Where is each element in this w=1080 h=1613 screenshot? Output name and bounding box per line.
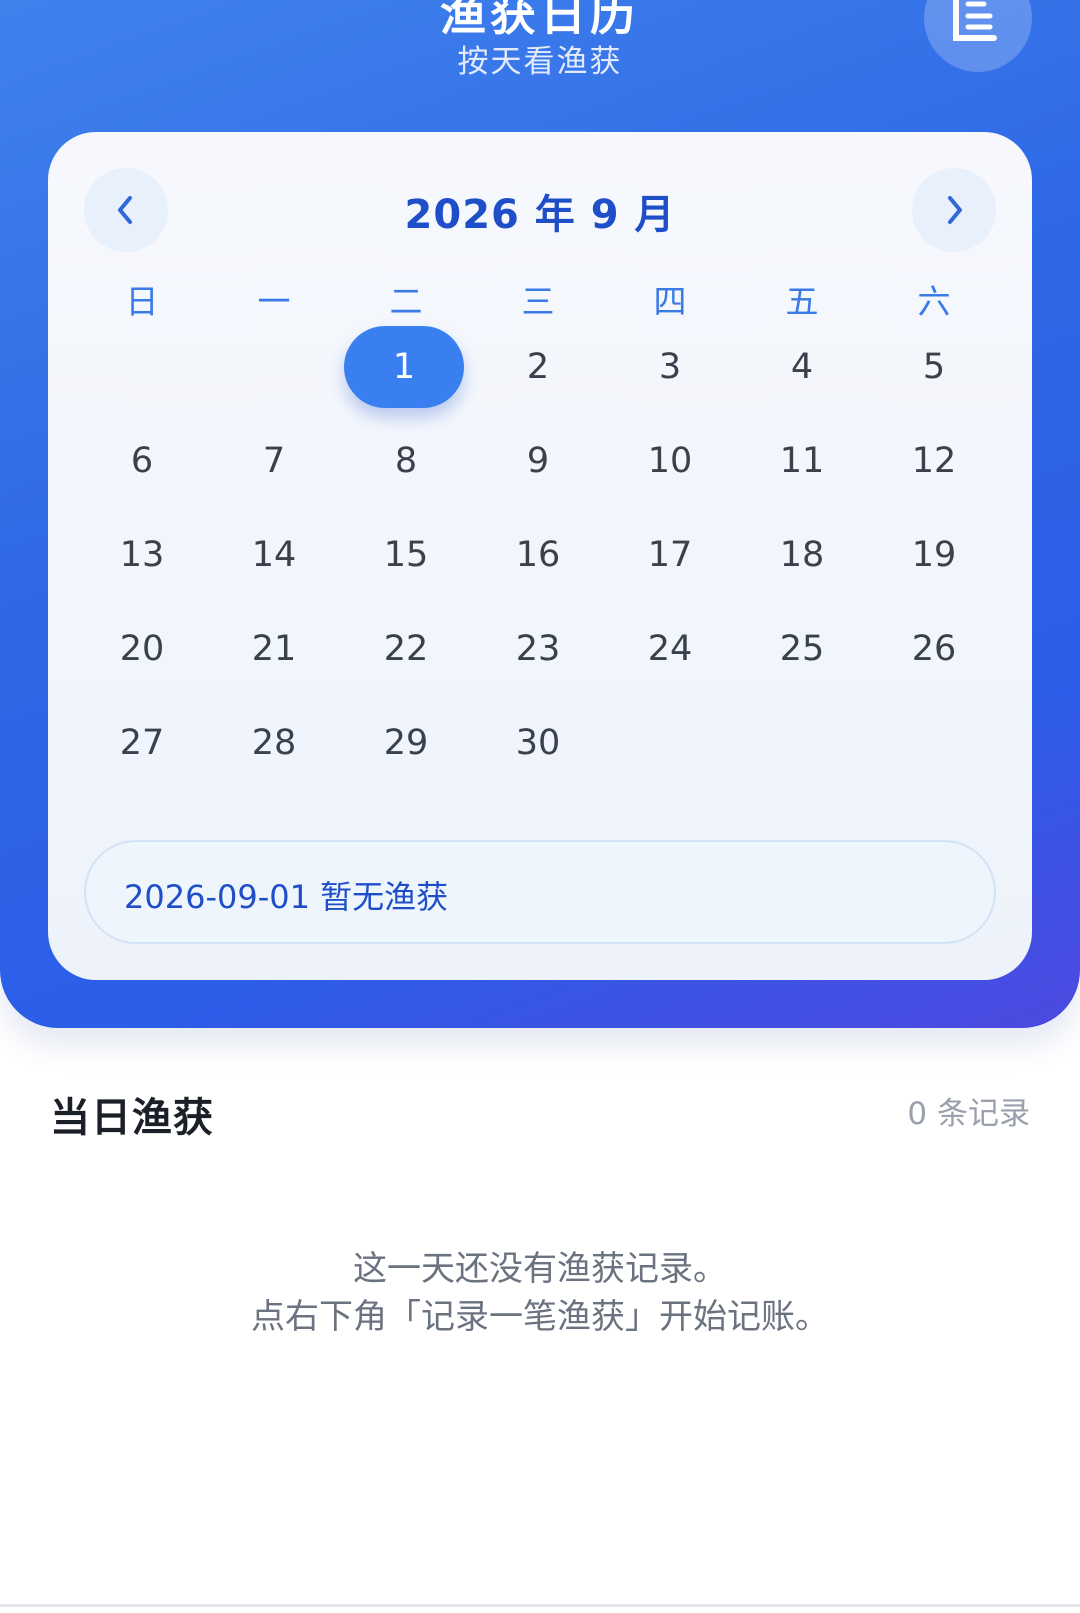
notepad-icon [953,0,997,41]
weekday-sat: 六 [917,282,951,321]
calendar-day[interactable]: 7 [208,420,340,502]
weekday-tue: 二 [389,282,423,321]
calendar-card: 2026 年 9 月 日 一 二 三 四 五 六 1 2 3 4 5 6 7 8… [48,132,1032,980]
calendar-day-empty [868,702,1000,784]
calendar-week-5: 27 28 29 30 [76,702,1000,784]
calendar-day[interactable]: 14 [208,514,340,596]
calendar-day[interactable]: 15 [340,514,472,596]
calendar-day[interactable]: 5 [868,326,1000,408]
calendar-day[interactable]: 17 [604,514,736,596]
bottom-divider [0,1604,1080,1607]
calendar-week-1: 1 2 3 4 5 [76,326,1000,408]
chevron-right-icon [948,196,962,224]
calendar-day[interactable]: 24 [604,608,736,690]
calendar-day[interactable]: 20 [76,608,208,690]
calendar-week-3: 13 14 15 16 17 18 19 [76,514,1000,596]
calendar-day[interactable]: 11 [736,420,868,502]
calendar-day[interactable]: 8 [340,420,472,502]
weekday-sun: 日 [125,282,159,321]
calendar-day[interactable]: 22 [340,608,472,690]
page-subtitle: 按天看渔获 [457,44,623,80]
calendar-day[interactable]: 30 [472,702,604,784]
calendar-day[interactable]: 27 [76,702,208,784]
calendar-day[interactable]: 13 [76,514,208,596]
calendar-day-empty [736,702,868,784]
selected-date-text: 2026-09-01 暂无渔获 [124,878,449,916]
month-title: 2026 年 9 月 [404,192,676,238]
calendar-week-2: 6 7 8 9 10 11 12 [76,420,1000,502]
weekday-thu: 四 [653,282,687,321]
calendar-day[interactable]: 28 [208,702,340,784]
weekday-wed: 三 [521,282,555,321]
calendar-day[interactable]: 9 [472,420,604,502]
calendar-day[interactable]: 2 [472,326,604,408]
calendar-day[interactable]: 18 [736,514,868,596]
weekday-fri: 五 [785,282,819,321]
empty-state-line-1: 这一天还没有渔获记录。 [353,1249,727,1289]
calendar-day[interactable]: 16 [472,514,604,596]
calendar-day-empty [76,326,208,408]
calendar-week-4: 20 21 22 23 24 25 26 [76,608,1000,690]
calendar-day-empty [208,326,340,408]
calendar-day-label: 1 [344,326,464,408]
calendar-day[interactable]: 23 [472,608,604,690]
calendar-day[interactable]: 21 [208,608,340,690]
record-count: 0 条记录 [907,1096,1030,1132]
calendar-header: 渔获日历 按天看渔获 2026 年 9 月 日 一 二 三 四 五 六 1 2 … [0,0,1080,1028]
next-month-button[interactable] [912,168,996,252]
calendar-day-selected[interactable]: 1 [340,326,472,408]
calendar-day[interactable]: 25 [736,608,868,690]
empty-state: 这一天还没有渔获记录。 点右下角「记录一笔渔获」开始记账。 [0,1245,1080,1341]
selected-date-info: 2026-09-01 暂无渔获 [84,840,996,944]
calendar-day[interactable]: 12 [868,420,1000,502]
calendar-day[interactable]: 19 [868,514,1000,596]
calendar-day[interactable]: 6 [76,420,208,502]
daily-catch-title: 当日渔获 [50,1095,214,1141]
calendar-day[interactable]: 3 [604,326,736,408]
weekday-header: 日 一 二 三 四 五 六 [76,282,1000,322]
calendar-day[interactable]: 26 [868,608,1000,690]
weekday-mon: 一 [257,282,291,321]
calendar-day[interactable]: 4 [736,326,868,408]
calendar-day[interactable]: 29 [340,702,472,784]
calendar-day-empty [604,702,736,784]
calendar-day[interactable]: 10 [604,420,736,502]
empty-state-line-2: 点右下角「记录一笔渔获」开始记账。 [251,1297,829,1337]
